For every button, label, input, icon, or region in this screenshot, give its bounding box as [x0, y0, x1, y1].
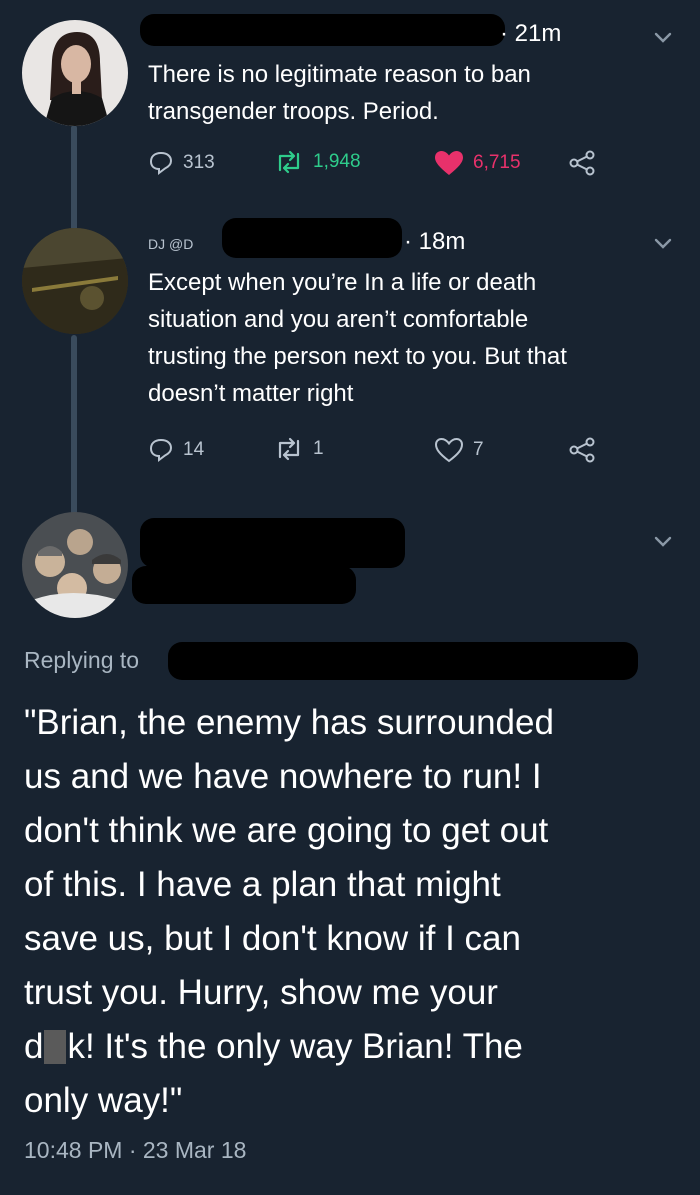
retweet-count: 1,948: [313, 151, 361, 172]
reply-count: 14: [183, 439, 205, 460]
avatar[interactable]: [22, 228, 128, 334]
reply-button[interactable]: 14: [148, 437, 204, 463]
censor-box: [44, 1030, 67, 1064]
tweet-actions: 14 1 7: [148, 437, 628, 467]
heart-icon: [435, 151, 463, 175]
replying-to-label: Replying to: [24, 647, 140, 673]
share-icon: [569, 437, 595, 463]
reply-count: 313: [183, 152, 215, 173]
like-count: 6,715: [473, 152, 521, 173]
thread-connector: [71, 125, 77, 235]
retweet-button[interactable]: 1: [274, 437, 324, 461]
share-icon: [569, 150, 595, 176]
tweet-timestamp: 10:48 PM · 23 Mar 18: [24, 1137, 247, 1163]
chevron-down-icon[interactable]: [652, 530, 674, 552]
retweet-count: 1: [313, 438, 324, 459]
share-button[interactable]: [568, 150, 596, 176]
redacted-username: [222, 218, 402, 258]
reply-icon: [149, 438, 173, 462]
tweet-text: There is no legitimate reason to ban tra…: [148, 61, 531, 125]
avatar[interactable]: [22, 20, 128, 126]
like-button[interactable]: 7: [434, 437, 484, 463]
retweet-button[interactable]: 1,948: [274, 150, 361, 174]
redacted-handle: [132, 566, 356, 604]
retweet-icon: [278, 437, 300, 461]
tweet-time: · 18m: [404, 228, 466, 255]
redacted-username: [140, 14, 505, 46]
like-button[interactable]: 6,715: [434, 150, 521, 176]
chevron-down-icon[interactable]: [652, 26, 674, 48]
reply-button[interactable]: 313: [148, 150, 215, 176]
share-button[interactable]: [568, 437, 596, 463]
like-count: 7: [473, 439, 484, 460]
avatar[interactable]: [22, 512, 128, 618]
thread-connector: [71, 335, 77, 515]
reply-icon: [149, 151, 173, 175]
tweet-time: · 21m: [500, 20, 562, 47]
redacted-display-name: [140, 518, 405, 568]
chevron-down-icon[interactable]: [652, 232, 674, 254]
tweet-text: Except when you’re In a life or death si…: [148, 269, 567, 407]
tweet-actions: 313 1,948 6,715: [148, 150, 628, 180]
redacted-reply-handles[interactable]: [168, 642, 638, 680]
tweet-text: "Brian, the enemy has surrounded us and …: [24, 703, 554, 1120]
tweet-handle: DJ @D: [148, 236, 194, 252]
heart-icon: [434, 437, 464, 463]
retweet-icon: [278, 150, 300, 174]
